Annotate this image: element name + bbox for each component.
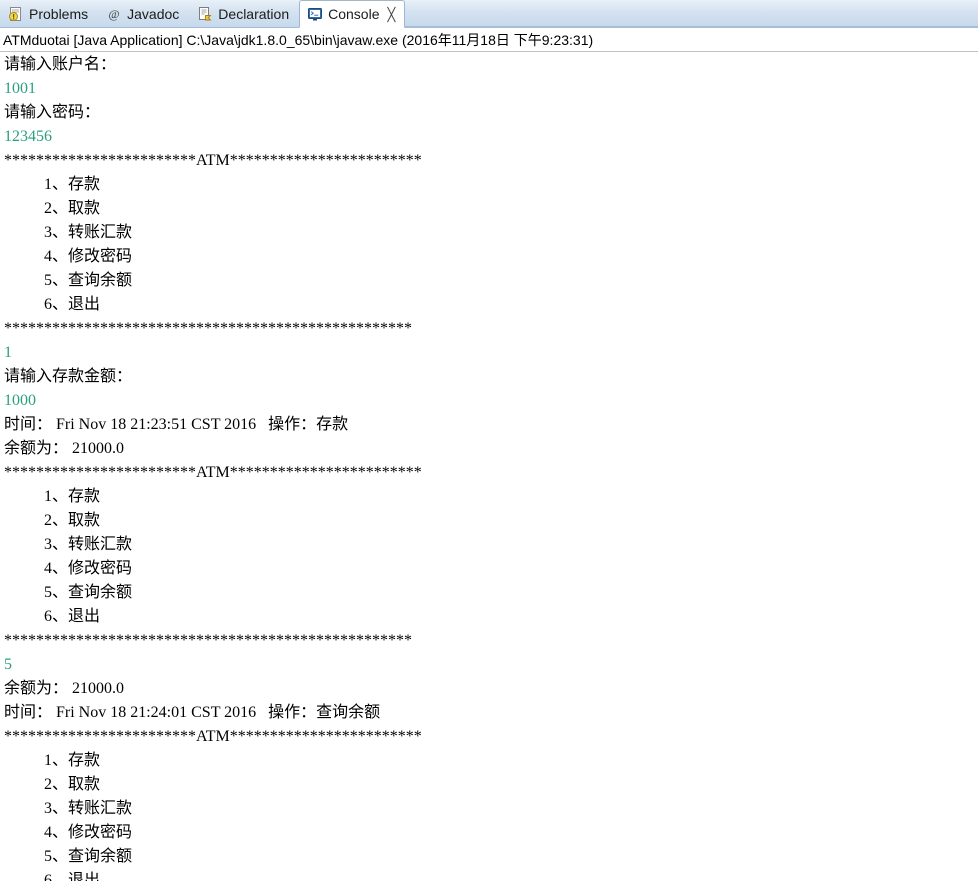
tab-javadoc[interactable]: @ Javadoc: [98, 0, 189, 27]
console-output-line: 余额为： 21000.0: [4, 680, 125, 697]
console-input-line: 1: [4, 344, 12, 361]
console-icon: [307, 6, 323, 22]
console-output-line: 余额为： 21000.0: [4, 440, 125, 457]
console-output-line: 3、转账汇款: [4, 536, 133, 553]
console-output-line: 时间： Fri Nov 18 21:24:01 CST 2016 操作：查询余额: [4, 704, 381, 721]
tab-declaration[interactable]: Declaration: [189, 0, 299, 27]
close-icon[interactable]: ╳: [388, 8, 396, 21]
console-output-line: 请输入存款金额：: [4, 368, 133, 385]
tab-problems[interactable]: Problems: [0, 0, 98, 27]
view-tab-bar: Problems @ Javadoc Declaration Console ╳: [0, 0, 978, 28]
tab-label-problems: Problems: [29, 6, 89, 22]
console-output-line: 2、取款: [4, 200, 101, 217]
console-output-line: 4、修改密码: [4, 248, 133, 265]
console-output-line: 6、退出: [4, 296, 101, 313]
svg-text:@: @: [109, 7, 120, 21]
tab-label-javadoc: Javadoc: [127, 6, 180, 22]
console-output-line: 6、退出: [4, 872, 101, 881]
console-input-line: 123456: [4, 128, 52, 145]
console-output-line: 请输入账户名：: [4, 56, 117, 73]
console-input-line: 1000: [4, 392, 36, 409]
console-output-line: 时间： Fri Nov 18 21:23:51 CST 2016 操作：存款: [4, 416, 349, 433]
console-output-line: 1、存款: [4, 176, 101, 193]
problems-icon: [8, 6, 24, 22]
console-output-line: 4、修改密码: [4, 824, 133, 841]
console-output-line: ************************ATM*************…: [4, 728, 422, 745]
console-output-line: 1、存款: [4, 752, 101, 769]
console-output-line: 3、转账汇款: [4, 224, 133, 241]
console-output-line: ****************************************…: [4, 320, 412, 337]
console-input-line: 5: [4, 656, 12, 673]
console-output-line: 请输入密码：: [4, 104, 101, 121]
console-output-line: 5、查询余额: [4, 272, 133, 289]
console-input-line: 1001: [4, 80, 36, 97]
javadoc-icon: @: [106, 6, 122, 22]
console-output-area[interactable]: 请输入账户名： 1001 请输入密码： 123456 *****************…: [0, 52, 978, 881]
console-output-line: 3、转账汇款: [4, 800, 133, 817]
tab-label-console: Console: [328, 6, 380, 22]
tab-label-declaration: Declaration: [218, 6, 290, 22]
console-output-line: 6、退出: [4, 608, 101, 625]
process-launch-header: ATMduotai [Java Application] C:\Java\jdk…: [0, 28, 978, 52]
console-output-line: 4、修改密码: [4, 560, 133, 577]
console-output-line: 5、查询余额: [4, 584, 133, 601]
tab-bar-filler: [405, 0, 978, 27]
declaration-icon: [197, 6, 213, 22]
console-output-line: 2、取款: [4, 776, 101, 793]
console-output-line: 2、取款: [4, 512, 101, 529]
console-output-line: ****************************************…: [4, 632, 412, 649]
console-output-line: ************************ATM*************…: [4, 464, 422, 481]
console-output-line: 5、查询余额: [4, 848, 133, 865]
console-output-line: 1、存款: [4, 488, 101, 505]
console-output-line: ************************ATM*************…: [4, 152, 422, 169]
tab-console[interactable]: Console ╳: [299, 0, 406, 28]
